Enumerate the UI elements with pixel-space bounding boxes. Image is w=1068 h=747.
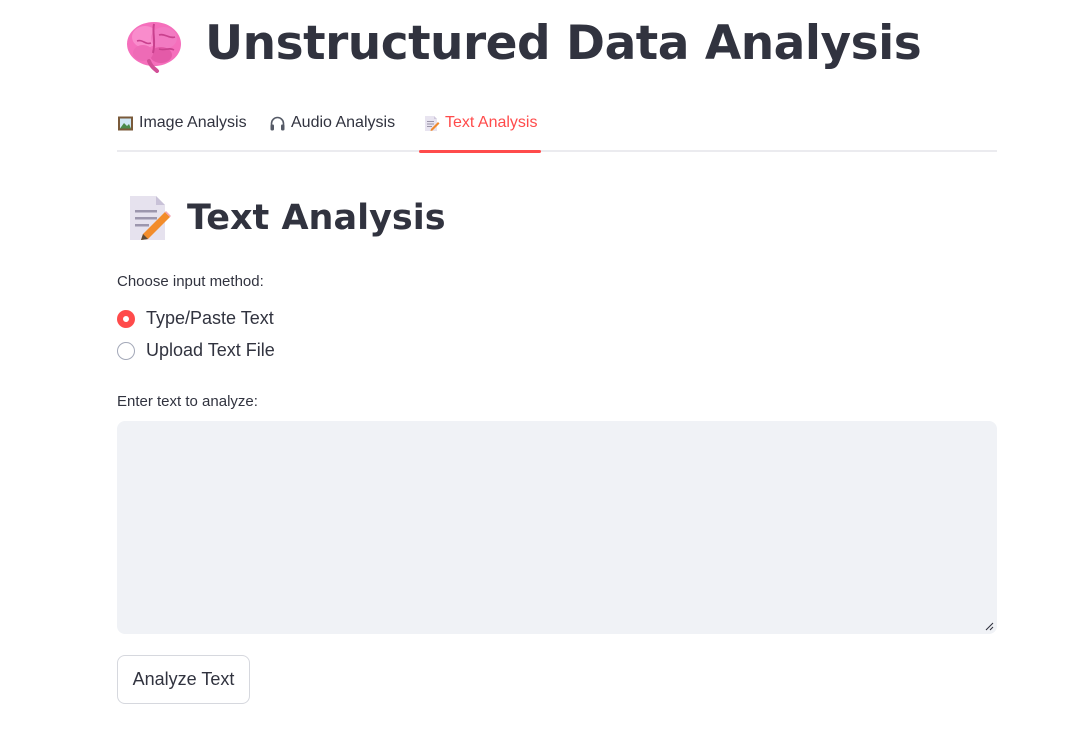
active-tab-indicator: [419, 150, 541, 153]
text-input-label: Enter text to analyze:: [117, 393, 258, 410]
radio-label: Upload Text File: [146, 340, 275, 360]
tab-audio-analysis[interactable]: Audio Analysis: [269, 114, 395, 132]
tab-label: Audio Analysis: [291, 114, 396, 131]
memo-icon: [425, 115, 440, 131]
input-method-label: Choose input method:: [117, 273, 264, 290]
headphone-icon: [270, 116, 285, 130]
tab-bar: Image Analysis Audio Analysis Text Analy…: [117, 104, 997, 153]
memo-icon: [130, 196, 171, 240]
section-title: Text Analysis: [187, 198, 446, 238]
resize-handle-icon[interactable]: [984, 621, 994, 631]
brain-icon: [127, 22, 181, 73]
app-title: Unstructured Data Analysis: [205, 16, 922, 71]
radio-button[interactable]: [117, 341, 135, 360]
text-input-area[interactable]: [117, 421, 997, 634]
tab-divider: [117, 150, 997, 152]
tab-label: Image Analysis: [139, 114, 247, 131]
radio-button-selected[interactable]: [117, 309, 135, 328]
app-header: Unstructured Data Analysis: [125, 14, 922, 74]
section-header: Text Analysis: [127, 194, 446, 242]
tab-image-analysis[interactable]: Image Analysis: [117, 114, 247, 132]
tab-text-analysis[interactable]: Text Analysis: [423, 114, 537, 132]
framed-picture-icon: [118, 116, 133, 130]
radio-upload-text-file[interactable]: Upload Text File: [117, 340, 275, 361]
tab-label: Text Analysis: [445, 114, 538, 131]
radio-type-paste-text[interactable]: Type/Paste Text: [117, 308, 274, 329]
analyze-text-button[interactable]: Analyze Text: [117, 655, 250, 704]
radio-label: Type/Paste Text: [146, 308, 274, 328]
